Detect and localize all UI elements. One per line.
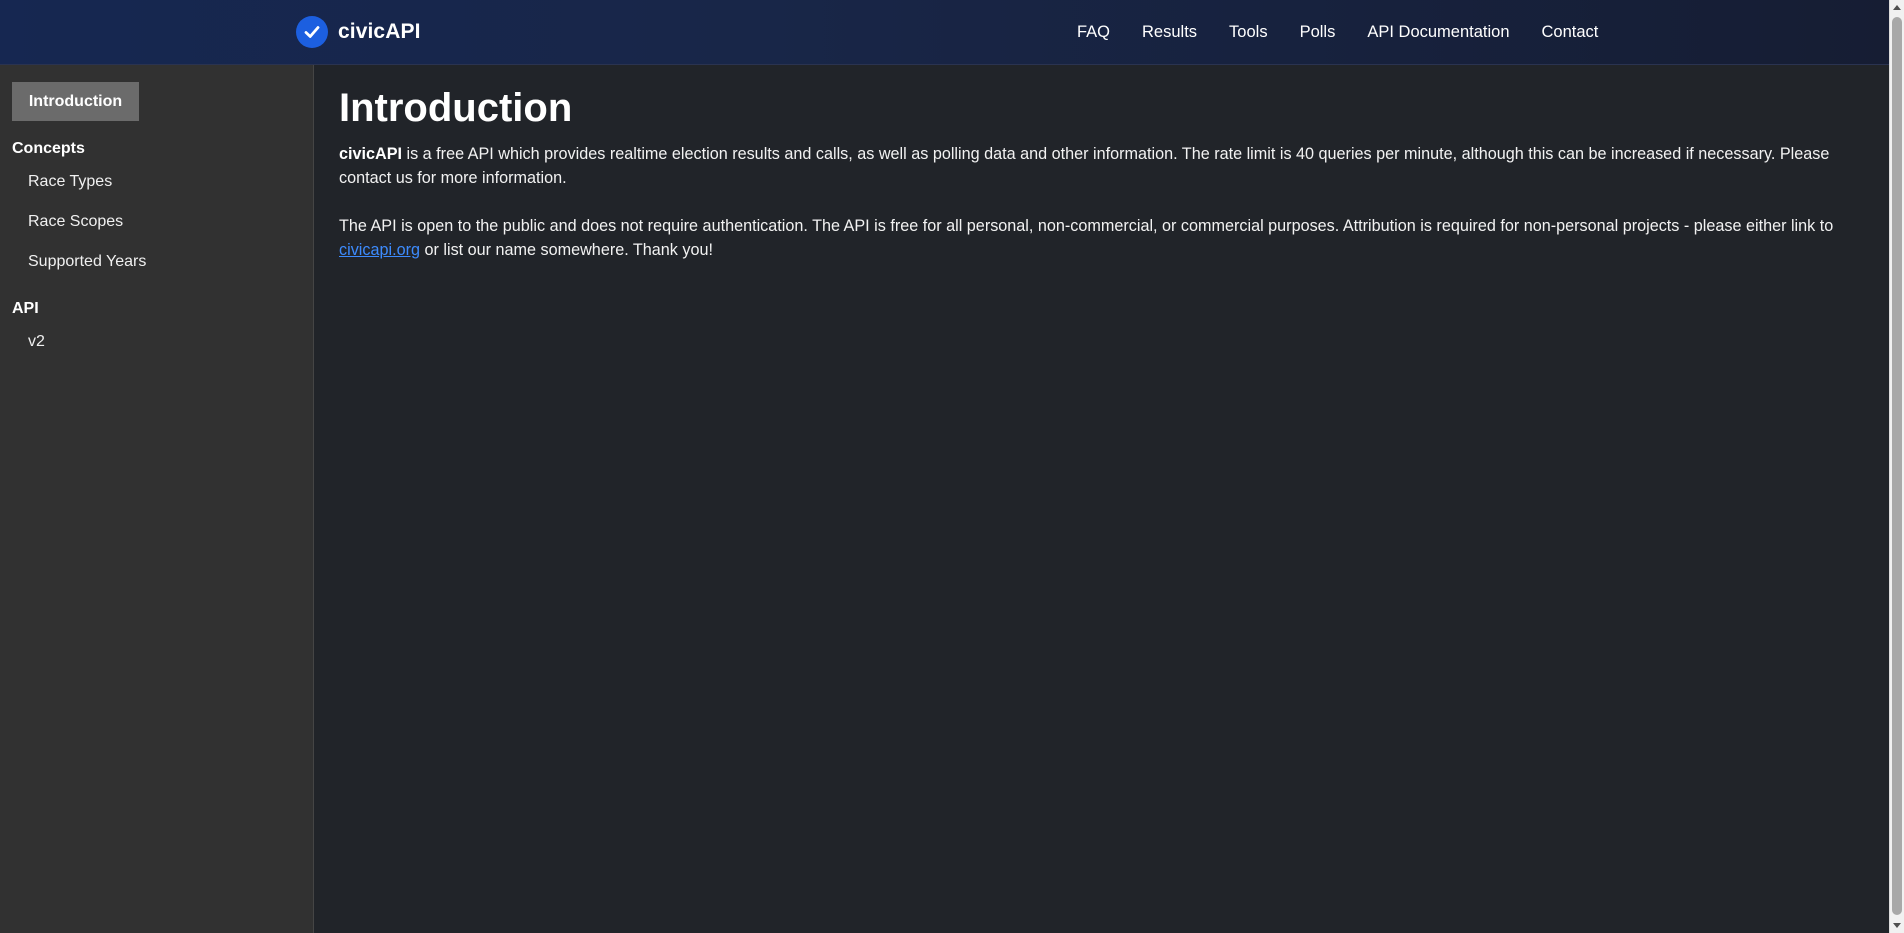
nav-tools[interactable]: Tools [1229,23,1268,42]
intro-text: is a free API which provides realtime el… [339,145,1830,187]
nav-polls[interactable]: Polls [1300,23,1336,42]
brand-name: civicAPI [338,20,421,43]
sidebar-heading-concepts: Concepts [12,140,85,157]
access-paragraph: The API is open to the public and does n… [339,214,1859,262]
access-text-end: or list our name somewhere. Thank you! [419,241,713,259]
brand-link[interactable]: civicAPI [296,16,421,48]
civicapi-link[interactable]: civicapi.org [339,241,420,259]
nav-links: FAQ Results Tools Polls API Documentatio… [1077,0,1598,65]
intro-bold-name: civicAPI [339,145,402,163]
scroll-up-arrow-icon[interactable] [1893,5,1901,10]
top-navbar: civicAPI FAQ Results Tools Polls API Doc… [0,0,1889,65]
sidebar-heading-api: API [12,300,39,317]
nav-contact[interactable]: Contact [1542,23,1599,42]
scroll-thumb[interactable] [1892,17,1902,915]
main-content: Introduction civicAPI is a free API whic… [339,82,1859,262]
nav-api-documentation[interactable]: API Documentation [1367,23,1509,42]
nav-faq[interactable]: FAQ [1077,23,1110,42]
page-scrollbar[interactable] [1889,0,1904,933]
scroll-down-arrow-icon[interactable] [1893,923,1901,928]
sidebar-item-introduction[interactable]: Introduction [12,82,139,121]
docs-sidebar: Introduction Concepts Race Types Race Sc… [0,65,314,933]
page-title: Introduction [339,86,573,130]
access-text-start: The API is open to the public and does n… [339,217,1834,235]
sidebar-item-v2[interactable]: v2 [28,333,45,351]
sidebar-item-race-types[interactable]: Race Types [28,173,112,191]
intro-paragraph: civicAPI is a free API which provides re… [339,142,1859,190]
sidebar-item-supported-years[interactable]: Supported Years [28,253,146,271]
sidebar-item-race-scopes[interactable]: Race Scopes [28,213,123,231]
nav-results[interactable]: Results [1142,23,1197,42]
check-circle-icon [296,16,328,48]
